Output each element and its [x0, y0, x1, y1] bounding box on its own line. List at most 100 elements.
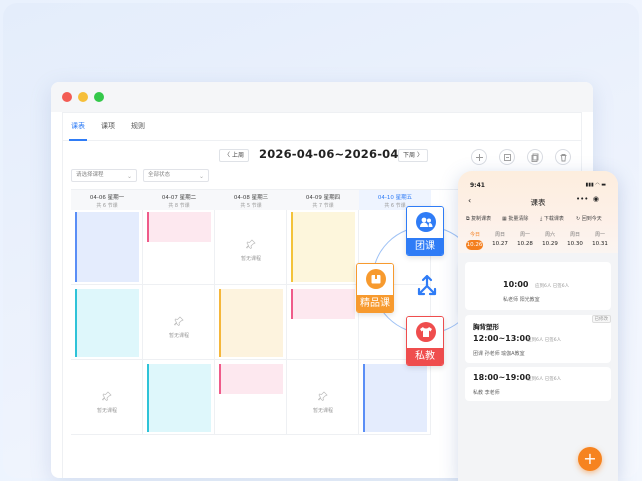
course-sub: 团课 孙老师 瑜伽A教室: [473, 351, 525, 357]
empty-label: 暂无课程: [168, 333, 189, 339]
feature-label: 精品课: [357, 295, 393, 312]
add-icon[interactable]: [471, 149, 487, 165]
minimize-window-button[interactable]: [78, 92, 88, 102]
pin-icon: [102, 391, 112, 401]
group-icon: [416, 212, 436, 232]
window-titlebar: [51, 82, 593, 112]
grid-cell[interactable]: [215, 285, 287, 360]
feature-label: 私教: [407, 348, 443, 365]
grid-cell[interactable]: 暂无课程: [287, 360, 359, 435]
day-header-thu: 04-09 星期四共 7 节课: [287, 190, 359, 210]
phone-course-card[interactable]: 10:00 应到6人 已签6人 私老师 阳光教室: [465, 262, 611, 310]
batch-clear-action[interactable]: ▦ 批量清除: [502, 215, 528, 222]
tab-schedule[interactable]: 课表: [71, 121, 85, 131]
date-chip[interactable]: 10.28: [514, 241, 536, 247]
date-chip[interactable]: 10.31: [589, 241, 611, 247]
active-tab-indicator: [69, 139, 87, 141]
next-week-button[interactable]: 下周 〉: [398, 149, 428, 162]
feature-premium-class[interactable]: 精品课: [356, 263, 394, 313]
mini-program-capsule[interactable]: ••• ◉: [576, 195, 610, 207]
chevron-down-icon: ⌄: [126, 173, 132, 180]
date-range-title: 2026-04-06~2026-04-12: [259, 147, 420, 161]
course-card[interactable]: [219, 289, 283, 357]
grid-cell[interactable]: 暂无课程: [143, 285, 215, 360]
grid-cell[interactable]: [143, 210, 215, 285]
copy-schedule-action[interactable]: ⧉ 复制课表: [466, 215, 491, 222]
download-schedule-action[interactable]: ⤓ 下载课表: [540, 215, 564, 222]
phone-mockup: 9:41 ▮▮▮ ◠ ▬ ‹ 课表 ••• ◉ ⧉ 复制课表 ▦ 批量清除 ⤓ …: [458, 171, 618, 481]
grid-cell[interactable]: 暂无课程: [71, 360, 143, 435]
week-label: 今日: [469, 232, 480, 238]
empty-slot: 暂无课程: [215, 234, 287, 262]
course-card[interactable]: [147, 212, 211, 242]
week-label: 周日: [569, 232, 580, 238]
feature-private-training[interactable]: 私教: [406, 316, 444, 366]
course-select[interactable]: 请选择课程 ⌄: [71, 169, 137, 182]
grid-cell[interactable]: [215, 360, 287, 435]
date-chip[interactable]: 10.30: [564, 241, 586, 247]
course-time: 12:00~13:00: [473, 334, 531, 343]
date-chip[interactable]: 10.29: [539, 241, 561, 247]
tab-bar: 课表 课项 规则: [63, 113, 581, 141]
week-label: 周日: [494, 232, 505, 238]
course-meta: 应到6人 已签6人: [527, 338, 562, 343]
course-card[interactable]: [291, 289, 355, 319]
course-card[interactable]: [291, 212, 355, 282]
empty-label: 暂无课程: [240, 256, 261, 262]
phone-course-card[interactable]: 18:00~19:00 应到6人 已签6人 私教 李老师: [465, 367, 611, 401]
empty-slot: 暂无课程: [143, 311, 215, 339]
status-icons: ▮▮▮ ◠ ▬: [585, 182, 606, 188]
status-time: 9:41: [470, 182, 485, 189]
empty-label: 暂无课程: [96, 408, 117, 414]
grid-cell[interactable]: [287, 285, 359, 360]
add-course-button[interactable]: +: [578, 447, 602, 471]
course-card[interactable]: [75, 289, 139, 357]
shirt-icon: [416, 322, 436, 342]
empty-slot: 暂无课程: [287, 386, 359, 414]
course-time: 10:00: [503, 280, 529, 289]
prev-week-button[interactable]: 〈 上周: [219, 149, 249, 162]
status-select[interactable]: 全部状态 ⌄: [143, 169, 209, 182]
course-card[interactable]: [75, 212, 139, 282]
print-icon[interactable]: [499, 149, 515, 165]
week-label: 周一: [594, 232, 605, 238]
box-icon: [366, 269, 386, 289]
week-label: 周一: [519, 232, 530, 238]
course-meta: 应到6人 已签6人: [535, 284, 570, 289]
chevron-down-icon: ⌄: [198, 173, 204, 180]
course-meta: 应到6人 已签6人: [527, 377, 562, 382]
day-header-tue: 04-07 星期二共 8 节课: [143, 190, 215, 210]
date-chip[interactable]: 10.27: [489, 241, 511, 247]
copy-icon[interactable]: [527, 149, 543, 165]
grid-cell[interactable]: [71, 285, 143, 360]
day-header-wed: 04-08 星期三共 5 节课: [215, 190, 287, 210]
day-header-mon: 04-06 星期一共 6 节课: [71, 190, 143, 210]
grid-cell[interactable]: [71, 210, 143, 285]
grid-cell[interactable]: [143, 360, 215, 435]
tab-rules[interactable]: 规则: [131, 121, 145, 131]
course-sub: 私教 李老师: [473, 390, 500, 396]
course-card[interactable]: [147, 364, 211, 432]
status-badge: 已修改: [591, 315, 611, 323]
share-arrows-icon: [417, 274, 437, 296]
maximize-window-button[interactable]: [94, 92, 104, 102]
pin-icon: [318, 391, 328, 401]
empty-label: 暂无课程: [312, 408, 333, 414]
course-card[interactable]: [363, 364, 427, 432]
delete-icon[interactable]: [555, 149, 571, 165]
phone-course-card[interactable]: 已修改 胸背塑形 12:00~13:00 应到6人 已签6人 团课 孙老师 瑜伽…: [465, 315, 611, 363]
course-card[interactable]: [219, 364, 283, 394]
course-select-placeholder: 请选择课程: [76, 172, 104, 178]
pin-icon: [174, 316, 184, 326]
feature-label: 团课: [407, 238, 443, 255]
grid-cell[interactable]: [359, 360, 431, 435]
tab-courses[interactable]: 课项: [101, 121, 115, 131]
grid-cell[interactable]: 暂无课程: [215, 210, 287, 285]
week-label: 周六: [544, 232, 555, 238]
pin-icon: [246, 239, 256, 249]
date-chip-today[interactable]: 10.26: [466, 240, 483, 250]
feature-group-class[interactable]: 团课: [406, 206, 444, 256]
grid-cell[interactable]: [287, 210, 359, 285]
back-to-today-action[interactable]: ↻ 回到今天: [576, 215, 602, 222]
close-window-button[interactable]: [62, 92, 72, 102]
